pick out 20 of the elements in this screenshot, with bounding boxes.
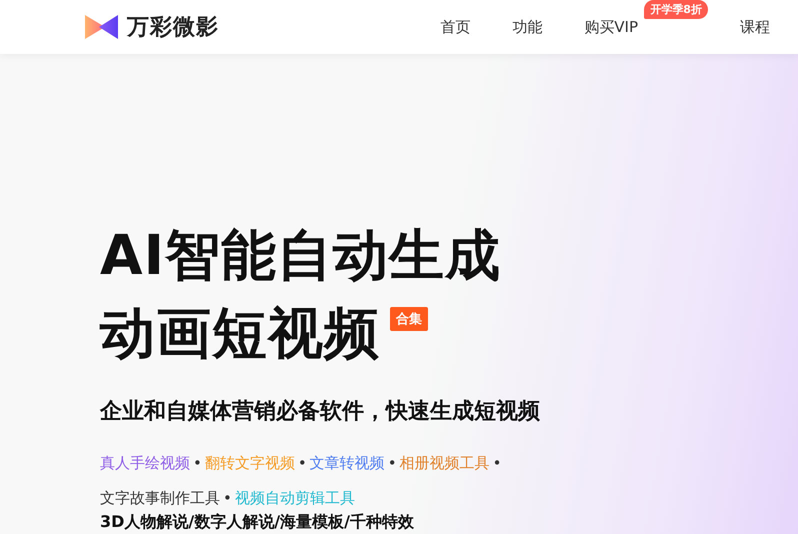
hero-title: AI智能自动生成 — [100, 222, 502, 289]
logo-icon — [85, 14, 119, 40]
separator-dot: • — [492, 454, 502, 472]
brand-name: 万彩微影 — [127, 14, 219, 42]
feature-link[interactable]: 具 — [205, 489, 220, 507]
separator-dot: • — [298, 454, 307, 472]
feature-summary: 3D人物解说/数字人解说/海量模板/千种特效 — [100, 512, 415, 532]
separator-dot: • — [223, 489, 232, 507]
feature-link[interactable]: 文章转视频 — [310, 454, 385, 472]
separator-dot: • — [193, 454, 202, 472]
feature-link[interactable]: 文字故事制作工 — [100, 489, 205, 507]
discount-badge: 开学季8折 — [644, 0, 708, 18]
collection-badge: 合集 — [390, 307, 428, 331]
hero-title: 动画短视频 — [100, 300, 380, 367]
nav-link[interactable]: 首页 — [440, 18, 470, 36]
hero-subtitle: 企业和自媒体营销必备软件，快速生成短视频 — [100, 398, 541, 426]
nav-link[interactable]: 课程 — [740, 18, 770, 36]
feature-link[interactable]: 真人手绘视频 — [100, 454, 190, 472]
separator-dot: • — [388, 454, 397, 472]
nav-link[interactable]: 功能 — [512, 18, 542, 36]
